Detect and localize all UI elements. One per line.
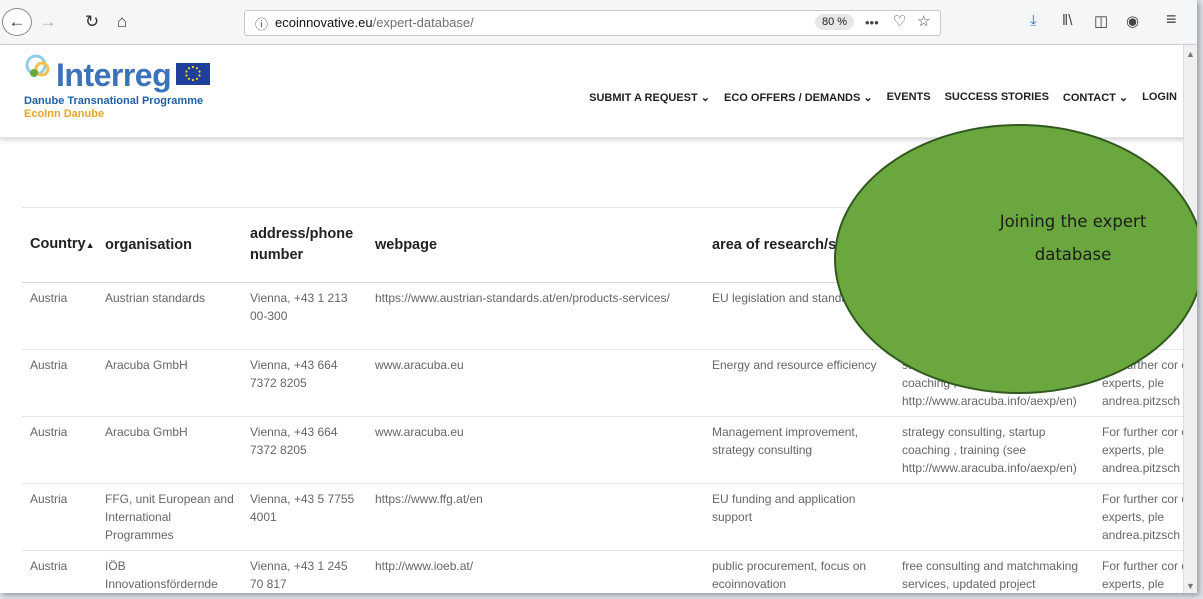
forward-icon[interactable]: → <box>36 8 60 36</box>
table-row[interactable]: Austria Aracuba GmbH Vienna, +43 664 737… <box>22 416 1184 484</box>
cell-address: Vienna, +43 664 7372 8205 <box>242 416 367 484</box>
cell-area: EU funding and application support <box>704 483 894 551</box>
cell-contact: For further cor on experts, ple andrea.p… <box>1094 550 1184 593</box>
interreg-swirl-icon <box>25 54 50 77</box>
nav-contact[interactable]: CONTACT ⌄ <box>1063 91 1128 104</box>
cell-organisation: Aracuba GmbH <box>97 349 242 417</box>
pocket-icon[interactable]: ♡ <box>893 12 906 30</box>
cell-country: Austria <box>22 282 97 350</box>
cell-area: Management improvement, strategy consult… <box>704 416 894 484</box>
main-nav: SUBMIT A REQUEST ⌄ ECO OFFERS / DEMANDS … <box>575 91 1177 104</box>
url-text[interactable]: ecoinnovative.eu/expert-database/ <box>275 15 474 30</box>
nav-login[interactable]: LOGIN <box>1142 91 1177 104</box>
column-header-webpage[interactable]: webpage <box>367 208 704 283</box>
nav-events[interactable]: EVENTS <box>887 91 931 104</box>
site-info-icon[interactable]: ⓘ <box>255 14 268 33</box>
callout-line-1: Joining the expert <box>999 212 1147 231</box>
cell-webpage[interactable]: https://www.austrian-standards.at/en/pro… <box>367 282 704 350</box>
nav-submit-request[interactable]: SUBMIT A REQUEST ⌄ <box>589 91 710 104</box>
zoom-level-badge[interactable]: 80 % <box>815 14 855 30</box>
library-icon[interactable]: ‖\ <box>1062 12 1072 29</box>
browser-window: ← → ↻ ⌂ ⓘ ecoinnovative.eu/expert-databa… <box>0 0 1197 593</box>
cell-country: Austria <box>22 416 97 484</box>
cell-webpage[interactable]: http://www.ioeb.at/ <box>367 550 704 593</box>
cell-address: Vienna, +43 5 7755 4001 <box>242 483 367 551</box>
table-row[interactable]: Austria IÖB Innovationsfördernde öff. Be… <box>22 550 1184 593</box>
back-icon[interactable]: ← <box>2 8 32 36</box>
callout-text: Joining the expert database <box>958 205 1188 271</box>
cell-address: Vienna, +43 664 7372 8205 <box>242 349 367 417</box>
url-path: /expert-database/ <box>372 15 474 30</box>
bookmark-star-icon[interactable]: ☆ <box>917 12 930 30</box>
home-icon[interactable]: ⌂ <box>110 8 134 36</box>
cell-services: strategy consulting, startup coaching , … <box>894 416 1094 484</box>
address-bar[interactable]: ⓘ ecoinnovative.eu/expert-database/ 80 %… <box>244 10 941 36</box>
cell-area: public procurement, focus on ecoinnovati… <box>704 550 894 593</box>
download-icon[interactable]: ⤓ <box>1030 12 1037 29</box>
cell-contact: For further cor on experts, ple andrea.p… <box>1094 483 1184 551</box>
cell-country: Austria <box>22 483 97 551</box>
menu-icon[interactable]: ≡ <box>1166 9 1177 30</box>
cell-organisation: FFG, unit European and International Pro… <box>97 483 242 551</box>
cell-area: Energy and resource efficiency <box>704 349 894 417</box>
cell-webpage[interactable]: www.aracuba.eu <box>367 349 704 417</box>
cell-contact: For further cor on experts, ple andrea.p… <box>1094 416 1184 484</box>
table-row[interactable]: Austria FFG, unit European and Internati… <box>22 483 1184 551</box>
column-header-address[interactable]: address/phone number <box>242 208 367 283</box>
vertical-scrollbar[interactable]: ▲ ▼ <box>1183 45 1197 593</box>
scroll-down-icon[interactable]: ▼ <box>1186 581 1195 591</box>
cell-organisation: IÖB Innovationsfördernde öff. Beschaffun… <box>97 550 242 593</box>
column-header-country[interactable]: Country▲ <box>22 208 97 283</box>
cell-services <box>894 483 1094 551</box>
cell-address: Vienna, +43 1 213 00-300 <box>242 282 367 350</box>
logo-subtitle: Danube Transnational Programme <box>24 95 204 107</box>
scroll-up-icon[interactable]: ▲ <box>1186 49 1195 59</box>
nav-success-stories[interactable]: SUCCESS STORIES <box>945 91 1049 104</box>
cell-webpage[interactable]: https://www.ffg.at/en <box>367 483 704 551</box>
cell-country: Austria <box>22 550 97 593</box>
logo-project-name: EcoInn Danube <box>24 108 105 120</box>
cell-services: free consulting and matchmaking services… <box>894 550 1094 593</box>
logo-wordmark: Interreg <box>56 57 172 93</box>
country-header-label: Country <box>30 236 86 252</box>
column-header-organisation[interactable]: organisation <box>97 208 242 283</box>
browser-toolbar: ← → ↻ ⌂ ⓘ ecoinnovative.eu/expert-databa… <box>0 0 1197 45</box>
cell-country: Austria <box>22 349 97 417</box>
eu-flag-icon <box>176 63 210 85</box>
nav-eco-offers[interactable]: ECO OFFERS / DEMANDS ⌄ <box>724 91 873 104</box>
interreg-logo[interactable]: Interreg Danube Transnational Programme … <box>24 53 244 133</box>
cell-webpage[interactable]: www.aracuba.eu <box>367 416 704 484</box>
url-host: ecoinnovative.eu <box>275 15 373 30</box>
cell-organisation: Aracuba GmbH <box>97 416 242 484</box>
reload-icon[interactable]: ↻ <box>80 8 104 36</box>
sidebar-icon[interactable]: ◫ <box>1094 12 1108 30</box>
cell-address: Vienna, +43 1 245 70 817 <box>242 550 367 593</box>
sort-ascending-icon: ▲ <box>85 240 95 250</box>
page-actions-icon[interactable]: ••• <box>865 15 879 30</box>
callout-line-2: database <box>1034 245 1112 264</box>
account-icon[interactable]: ◉ <box>1126 12 1139 30</box>
cell-organisation: Austrian standards <box>97 282 242 350</box>
